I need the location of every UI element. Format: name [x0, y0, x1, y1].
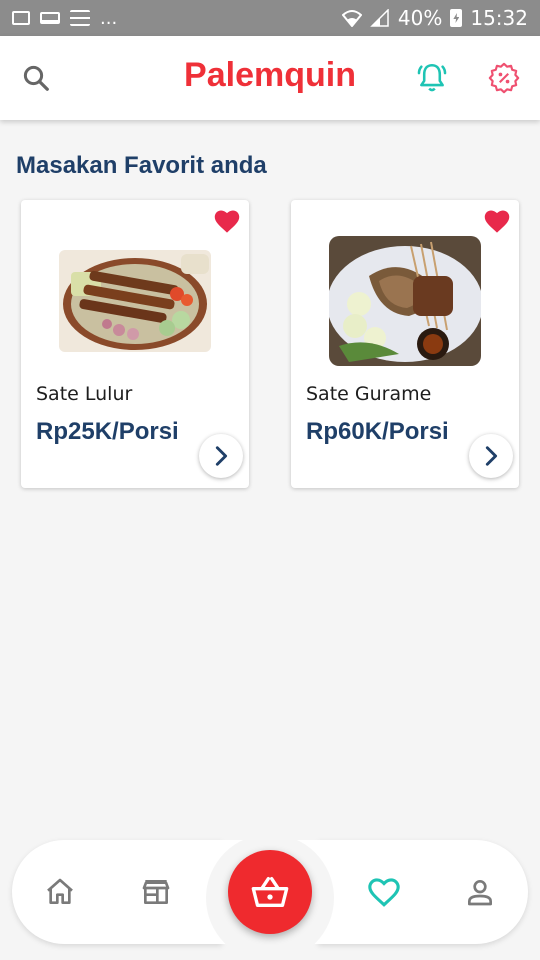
- app-title: Palemquin: [184, 56, 356, 94]
- heart-filled-icon[interactable]: [213, 208, 241, 234]
- clock: 15:32: [470, 6, 528, 30]
- profile-icon: [468, 880, 492, 906]
- chevron-right-icon: [215, 446, 228, 466]
- battery-percent: 40%: [397, 6, 443, 30]
- open-detail-button[interactable]: [469, 434, 513, 478]
- status-bar: ... 40% 15:32: [0, 0, 540, 36]
- image-icon: [12, 11, 30, 25]
- status-system: 40% 15:32: [341, 6, 528, 30]
- discount-icon: [488, 62, 520, 94]
- laptop-icon: [40, 12, 60, 24]
- more-notifications: ...: [100, 7, 118, 29]
- nav-profile-button[interactable]: [462, 874, 498, 910]
- heart-filled-icon[interactable]: [483, 208, 511, 234]
- food-price: Rp25K/Porsi: [36, 418, 179, 445]
- favorite-card[interactable]: Sate Lulur Rp25K/Porsi: [21, 200, 249, 488]
- status-notifications: ...: [12, 8, 117, 29]
- list-icon: [70, 10, 90, 26]
- favorite-card[interactable]: Sate Gurame Rp60K/Porsi: [291, 200, 519, 488]
- signal-icon: [370, 9, 389, 27]
- chevron-right-icon: [485, 446, 498, 466]
- food-name: Sate Lulur: [36, 383, 133, 405]
- section-title: Masakan Favorit anda: [16, 152, 267, 179]
- promo-button[interactable]: [484, 58, 524, 98]
- heart-icon: [368, 878, 400, 907]
- food-name: Sate Gurame: [306, 383, 432, 405]
- notifications-button[interactable]: [412, 58, 452, 98]
- battery-icon: [450, 9, 463, 27]
- wifi-icon: [341, 10, 362, 27]
- food-photo: [59, 250, 211, 352]
- cart-fab-button[interactable]: [228, 850, 312, 934]
- food-photo: [329, 236, 481, 366]
- open-detail-button[interactable]: [199, 434, 243, 478]
- bell-icon: [417, 63, 447, 92]
- home-icon: [47, 878, 73, 904]
- bottom-navigation: [0, 834, 540, 960]
- nav-home-button[interactable]: [42, 874, 78, 910]
- food-price: Rp60K/Porsi: [306, 418, 449, 445]
- app-bar: Palemquin: [0, 36, 540, 120]
- nav-favorites-button[interactable]: [366, 874, 402, 910]
- store-icon: [142, 880, 170, 904]
- basket-icon: [251, 877, 289, 907]
- nav-store-button[interactable]: [138, 874, 174, 910]
